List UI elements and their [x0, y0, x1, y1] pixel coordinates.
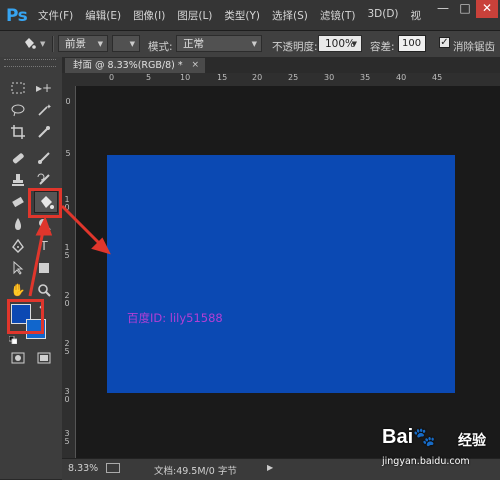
- jingyan-url: jingyan.baidu.com: [382, 456, 470, 467]
- arrow-to-tool: [28, 225, 46, 297]
- baidu-jingyan-watermark: Bai🐾 经验 jingyan.baidu.com: [378, 426, 498, 476]
- arrow-to-canvas: [60, 204, 106, 250]
- baidu-logo: Bai🐾: [382, 426, 436, 448]
- jingyan-label: 经验: [458, 433, 486, 449]
- arrow-head-icon: [35, 216, 53, 236]
- annotation-arrows: [28, 204, 111, 297]
